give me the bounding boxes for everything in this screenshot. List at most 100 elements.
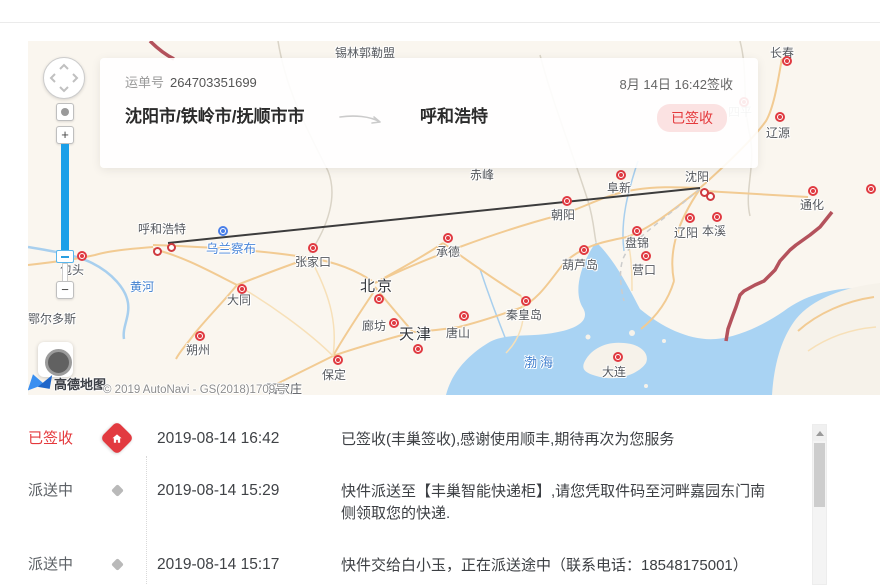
map-label: 保定 <box>322 366 346 383</box>
status-badge: 已签收 <box>657 104 727 132</box>
map-pan-control[interactable] <box>43 57 85 99</box>
route-endpoint-icon <box>706 192 715 201</box>
timeline-icon-col <box>77 555 157 569</box>
tracking-page: 锡林郭勒盟长春四平辽源通化沈阳阜新朝阳赤峰承德葫芦岛盘锦辽阳本溪营口秦皇岛唐山天… <box>0 0 880 585</box>
timeline-node-icon <box>111 484 124 497</box>
timeline-scrollbar[interactable] <box>812 424 827 585</box>
waybill-number: 264703351699 <box>170 75 257 90</box>
map-label: 赤峰 <box>470 166 494 183</box>
route-endpoint-icon <box>167 243 176 252</box>
timeline-status: 已签收 <box>0 429 77 448</box>
map-label: 张家口 <box>295 253 331 270</box>
timeline-icon-col <box>77 429 157 450</box>
map-label: 朔州 <box>186 341 210 358</box>
waybill-number-row: 运单号 264703351699 <box>125 72 257 91</box>
timeline-time: 2019-08-14 15:29 <box>157 481 307 500</box>
zoom-in-button[interactable]: + <box>56 126 74 144</box>
city-marker-icon <box>374 294 384 304</box>
pan-arrows-icon <box>44 58 84 98</box>
city-marker-icon <box>632 226 642 236</box>
map-label: 承德 <box>436 243 460 260</box>
city-marker-icon <box>413 344 423 354</box>
city-marker-blue-icon <box>218 226 228 236</box>
timeline-row: 已签收 2019-08-14 16:42 已签收(丰巢签收),感谢使用顺丰,期待… <box>0 429 810 451</box>
timeline-icon-col <box>77 481 157 495</box>
zoom-slider-handle[interactable] <box>56 250 74 263</box>
map-attribution: © 2019 AutoNavi - GS(2018)1709号 <box>103 381 287 395</box>
timeline-description: 快件派送至【丰巢智能快递柜】,请您凭取件码至河畔嘉园东门南侧领取您的快递. <box>341 481 777 525</box>
city-marker-icon <box>616 170 626 180</box>
map-label: 廊坊 <box>362 317 386 334</box>
waybill-label: 运单号 <box>125 75 164 90</box>
timeline-row: 派送中 2019-08-14 15:29 快件派送至【丰巢智能快递柜】,请您凭取… <box>0 481 810 525</box>
city-marker-icon <box>613 352 623 362</box>
city-marker-icon <box>333 355 343 365</box>
timeline-description: 快件交给白小玉，正在派送途中（联系电话：18548175001） <box>341 555 777 577</box>
city-marker-icon <box>641 251 651 261</box>
scrollbar-up-button[interactable] <box>813 425 826 441</box>
map-label: 辽源 <box>766 124 790 141</box>
map-label: 北京 <box>360 275 394 296</box>
zoom-slider-track[interactable] <box>61 144 69 252</box>
map-mode-button[interactable] <box>38 342 73 377</box>
timeline-time: 2019-08-14 15:17 <box>157 555 307 574</box>
zoom-out-button[interactable]: − <box>56 281 74 299</box>
map-label: 唐山 <box>446 324 470 341</box>
delivered-time: 8月 14日 16:42签收 <box>620 74 733 93</box>
map-label: 大连 <box>602 363 626 380</box>
city-marker-icon <box>77 251 87 261</box>
city-marker-icon <box>195 331 205 341</box>
city-marker-icon <box>389 318 399 328</box>
city-marker-icon <box>443 233 453 243</box>
map-label: 天津 <box>399 323 433 344</box>
city-marker-icon <box>775 112 785 122</box>
map-label: 通化 <box>800 196 824 213</box>
map-label: 本溪 <box>702 222 726 239</box>
timeline-rows: 已签收 2019-08-14 16:42 已签收(丰巢签收),感谢使用顺丰,期待… <box>0 412 810 585</box>
amap-plane-icon <box>30 374 52 393</box>
map-label: 乌兰察布 <box>206 238 256 257</box>
timeline-description: 已签收(丰巢签收),感谢使用顺丰,期待再次为您服务 <box>341 429 777 451</box>
city-marker-icon <box>782 56 792 66</box>
zoom-slider-track-lower[interactable] <box>62 263 68 283</box>
map-label: 葫芦岛 <box>562 256 598 273</box>
map-label: 黄河 <box>130 278 154 295</box>
timeline-time: 2019-08-14 16:42 <box>157 429 307 448</box>
map-label: 秦皇岛 <box>506 306 542 323</box>
city-marker-icon <box>866 184 876 194</box>
city-marker-icon <box>685 213 695 223</box>
map-label: 沈阳 <box>685 168 709 185</box>
map-label: 盘锦 <box>625 234 649 251</box>
page-divider <box>0 22 880 23</box>
map-label: 渤海 <box>524 352 556 371</box>
tracking-timeline: 已签收 2019-08-14 16:42 已签收(丰巢签收),感谢使用顺丰,期待… <box>0 412 810 585</box>
city-marker-icon <box>562 196 572 206</box>
locate-button[interactable] <box>56 103 74 121</box>
timeline-node-icon <box>111 558 124 571</box>
city-marker-icon <box>712 212 722 222</box>
map-label: 呼和浩特 <box>138 220 186 237</box>
map-label: 鄂尔多斯 <box>28 310 76 327</box>
city-marker-icon <box>808 186 818 196</box>
map-label: 朝阳 <box>551 206 575 223</box>
map-label: 阜新 <box>607 179 631 196</box>
timeline-row: 派送中 2019-08-14 15:17 快件交给白小玉，正在派送途中（联系电话… <box>0 555 810 577</box>
route-endpoint-icon <box>153 247 162 256</box>
timeline-status: 派送中 <box>0 555 77 574</box>
route-arrow-icon <box>338 110 386 133</box>
city-marker-icon <box>308 243 318 253</box>
scrollbar-thumb[interactable] <box>814 443 825 507</box>
waybill-card: 运单号 264703351699 8月 14日 16:42签收 沈阳市/铁岭市/抚… <box>100 58 758 168</box>
map-label: 营口 <box>632 261 656 278</box>
timeline-status: 派送中 <box>0 481 77 500</box>
city-marker-icon <box>579 245 589 255</box>
delivered-house-icon <box>100 421 134 455</box>
city-marker-icon <box>459 311 469 321</box>
origin-city: 沈阳市/铁岭市/抚顺市市 <box>125 102 325 132</box>
destination-city: 呼和浩特 <box>420 102 488 132</box>
city-marker-icon <box>237 284 247 294</box>
map-label: 辽阳 <box>674 224 698 241</box>
city-marker-icon <box>521 296 531 306</box>
amap-logo[interactable]: 高德地图 <box>30 374 106 393</box>
amap-logo-text: 高德地图 <box>54 374 106 393</box>
